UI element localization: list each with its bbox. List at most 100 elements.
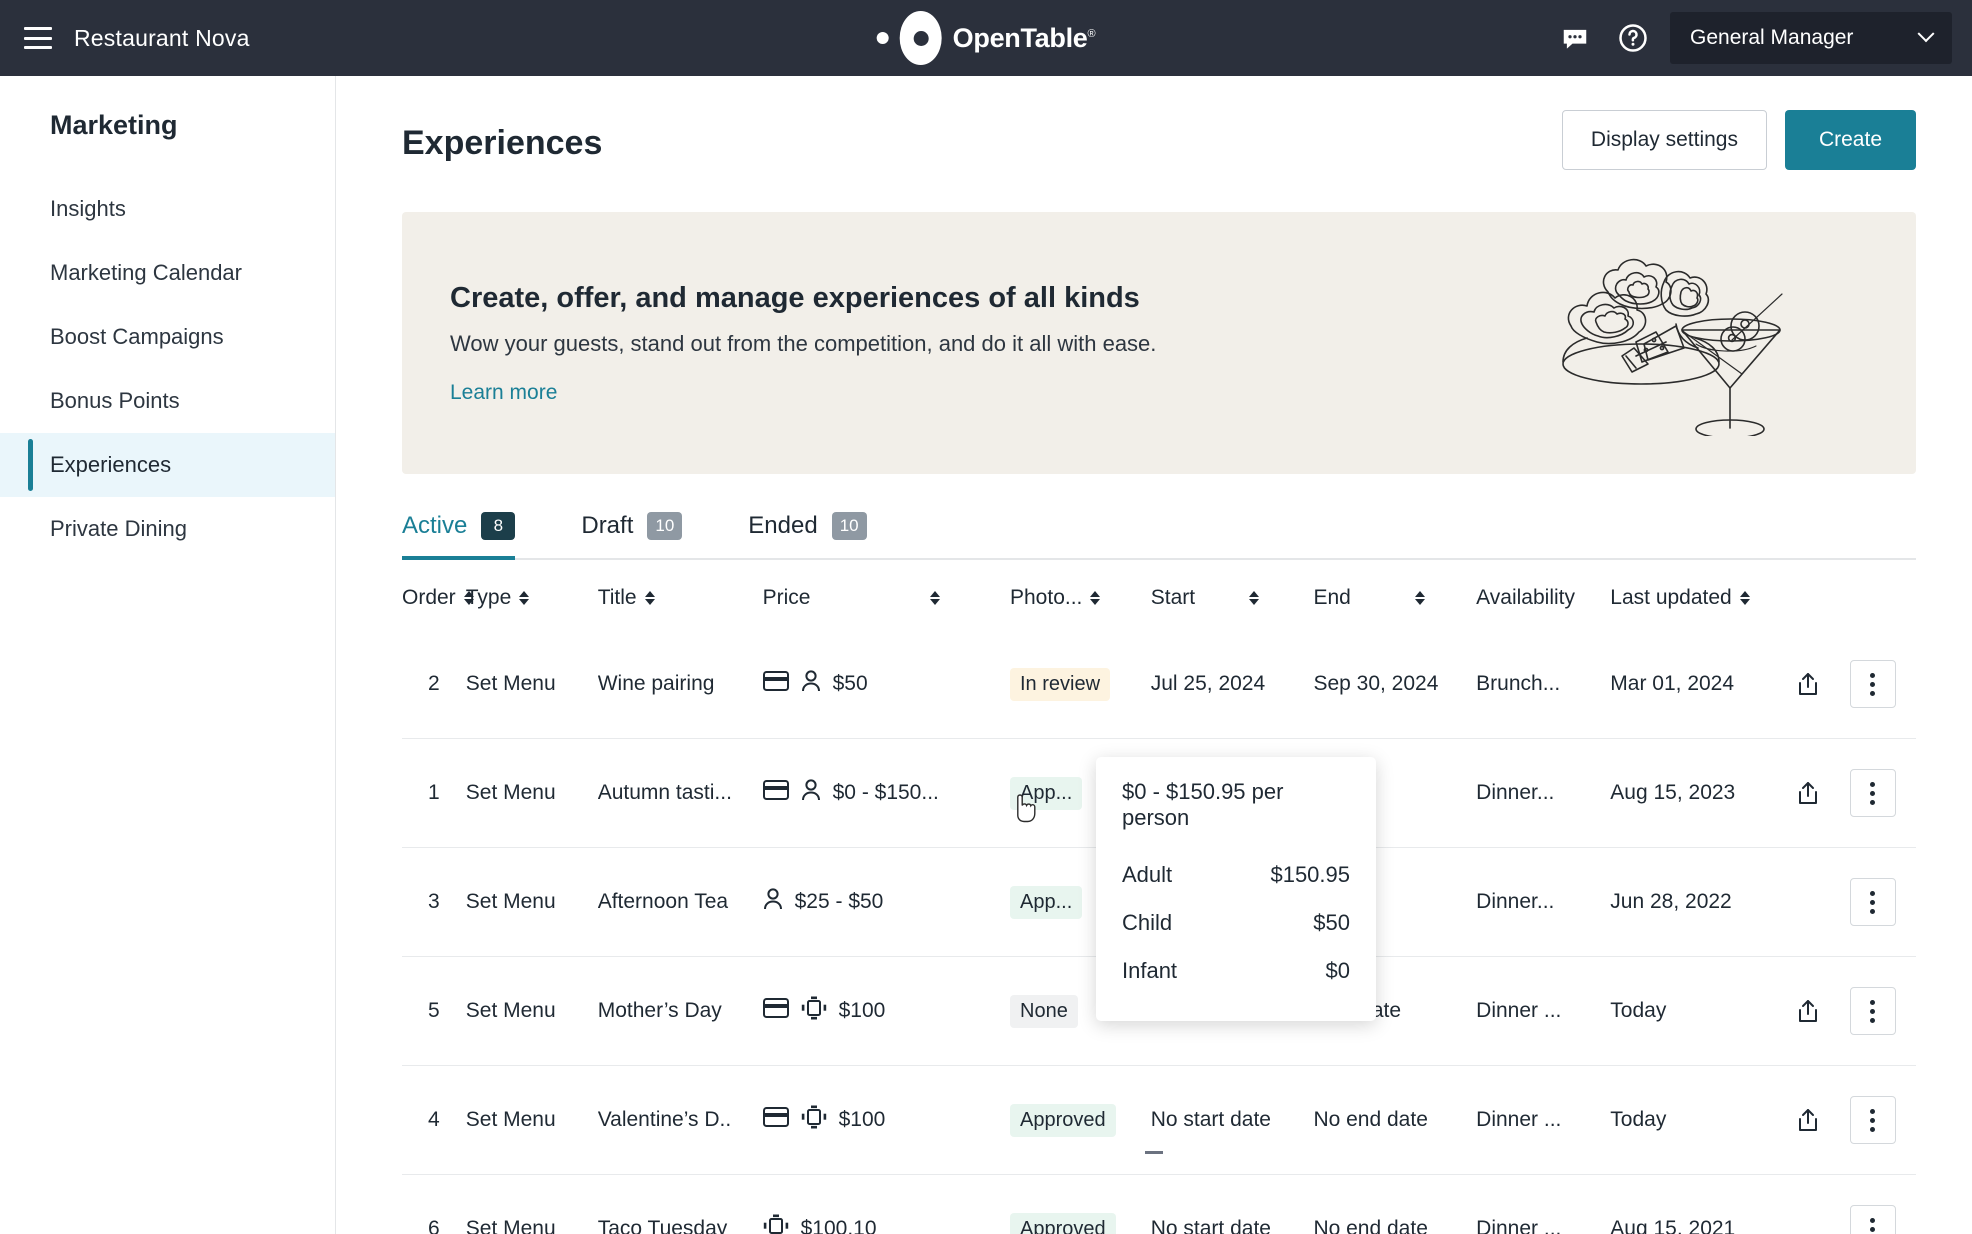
cell-share bbox=[1786, 847, 1850, 957]
credit-card-icon bbox=[762, 780, 789, 806]
opentable-logo: OpenTable® bbox=[876, 11, 1096, 65]
table-row[interactable]: 6 Set Menu Taco Tuesday $100.10 Approved… bbox=[402, 1174, 1916, 1234]
sidebar-item-boost-campaigns[interactable]: Boost Campaigns bbox=[0, 305, 335, 369]
kebab-menu-icon[interactable] bbox=[1849, 987, 1896, 1035]
tab-ended[interactable]: Ended 10 bbox=[748, 512, 867, 558]
kebab-menu-icon[interactable] bbox=[1849, 1205, 1896, 1234]
sort-icon bbox=[644, 591, 655, 605]
create-button[interactable]: Create bbox=[1784, 110, 1916, 170]
share-upload-icon[interactable] bbox=[1786, 989, 1830, 1033]
column-header-start[interactable]: Start bbox=[1151, 560, 1314, 630]
page-title: Experiences bbox=[402, 124, 603, 162]
table-row[interactable]: 4 Set Menu Valentine’s D.. $100 Approved… bbox=[402, 1065, 1916, 1175]
person-icon bbox=[763, 888, 783, 916]
column-header-actions bbox=[1850, 560, 1916, 630]
sidebar-title: Marketing bbox=[50, 110, 178, 140]
status-badge: Approved bbox=[1010, 1103, 1116, 1137]
sidebar-item-experiences[interactable]: Experiences bbox=[0, 433, 335, 497]
column-header-end[interactable]: End bbox=[1313, 560, 1476, 630]
price-value: $100 bbox=[838, 999, 886, 1022]
kebab-menu-icon[interactable] bbox=[1849, 769, 1896, 817]
column-header-order[interactable]: Order bbox=[402, 560, 474, 630]
cell-price: $25 - $50 bbox=[762, 847, 1010, 957]
popover-row-label: Infant bbox=[1122, 958, 1178, 983]
cell-share bbox=[1786, 738, 1850, 848]
sidebar: Marketing Insights Marketing Calendar Bo… bbox=[0, 76, 336, 1234]
column-header-availability[interactable]: Availability bbox=[1476, 560, 1610, 630]
column-header-title[interactable]: Title bbox=[598, 560, 763, 630]
column-header-last-updated[interactable]: Last updated bbox=[1610, 560, 1786, 630]
kebab-menu-icon[interactable] bbox=[1849, 660, 1896, 708]
sidebar-item-marketing-calendar[interactable]: Marketing Calendar bbox=[0, 241, 335, 305]
promo-banner-heading: Create, offer, and manage experiences of… bbox=[450, 281, 1140, 314]
credit-card-icon bbox=[762, 998, 789, 1024]
credit-card-icon bbox=[762, 671, 789, 697]
tab-count-badge: 8 bbox=[481, 512, 516, 540]
page-header: Experiences Display settings Create bbox=[402, 110, 1916, 170]
tab-count-badge: 10 bbox=[831, 512, 867, 540]
cell-share bbox=[1786, 1174, 1850, 1234]
popover-row-value: $0 bbox=[1325, 958, 1350, 983]
table-row[interactable]: 2 Set Menu Wine pairing $50 In review Ju… bbox=[402, 630, 1916, 739]
chat-icon[interactable] bbox=[1554, 17, 1596, 59]
cell-photo-status: In review bbox=[1010, 630, 1151, 739]
cell-actions bbox=[1849, 847, 1916, 957]
column-header-photo[interactable]: Photo... bbox=[1010, 560, 1151, 630]
role-selector-label: General Manager bbox=[1690, 26, 1854, 49]
cell-price[interactable]: $0 - $150... bbox=[762, 738, 1010, 848]
sidebar-item-insights[interactable]: Insights bbox=[0, 177, 335, 241]
loading-dash-indicator bbox=[1145, 1151, 1163, 1154]
credit-card-icon bbox=[762, 1107, 789, 1133]
cell-order: 6 bbox=[402, 1174, 466, 1234]
cell-last-updated: Today bbox=[1610, 1065, 1787, 1175]
price-value: $50 bbox=[832, 672, 868, 695]
restaurant-name: Restaurant Nova bbox=[74, 24, 250, 51]
tab-draft[interactable]: Draft 10 bbox=[581, 512, 683, 558]
share-upload-icon[interactable] bbox=[1786, 1098, 1830, 1142]
cell-end: Sep 30, 2024 bbox=[1313, 672, 1439, 695]
cell-price: $50 bbox=[762, 630, 1010, 739]
tab-label: Active bbox=[402, 512, 468, 539]
sidebar-item-label: Experiences bbox=[50, 452, 172, 477]
tab-active[interactable]: Active 8 bbox=[402, 512, 516, 560]
opentable-logo-mark bbox=[899, 11, 942, 65]
table-header-row: Order Type Title Price Photo... Start En… bbox=[402, 560, 1916, 630]
sidebar-item-private-dining[interactable]: Private Dining bbox=[0, 497, 335, 561]
header-actions: Display settings Create bbox=[1561, 110, 1916, 170]
table-header: Order Type Title Price Photo... Start En… bbox=[402, 560, 1916, 630]
role-selector[interactable]: General Manager bbox=[1670, 12, 1952, 64]
hamburger-icon[interactable] bbox=[24, 27, 52, 49]
share-upload-icon[interactable] bbox=[1786, 771, 1830, 815]
price-value: $0 - $150... bbox=[832, 781, 939, 804]
cell-order: 1 bbox=[402, 738, 466, 848]
sidebar-item-label: Bonus Points bbox=[50, 388, 180, 413]
cell-last-updated: Aug 15, 2023 bbox=[1610, 738, 1787, 848]
cell-type: Set Menu bbox=[465, 847, 598, 957]
popover-row-label: Child bbox=[1122, 910, 1173, 935]
cell-title: Valentine’s D.. bbox=[597, 1065, 763, 1175]
cell-availability: Brunch... bbox=[1476, 672, 1561, 695]
cell-title: Wine pairing bbox=[597, 672, 715, 695]
table-seating-icon bbox=[763, 1214, 789, 1234]
help-circle-icon[interactable] bbox=[1612, 17, 1654, 59]
kebab-menu-icon[interactable] bbox=[1849, 1096, 1896, 1144]
learn-more-link[interactable]: Learn more bbox=[450, 381, 557, 405]
column-label: Photo... bbox=[1010, 586, 1083, 609]
display-settings-button[interactable]: Display settings bbox=[1561, 110, 1767, 170]
share-upload-icon[interactable] bbox=[1786, 662, 1830, 706]
sidebar-item-bonus-points[interactable]: Bonus Points bbox=[0, 369, 335, 433]
status-badge: Approved bbox=[1010, 1212, 1116, 1234]
cell-photo-status: Approved bbox=[1010, 1065, 1151, 1175]
cell-actions bbox=[1849, 738, 1916, 848]
popover-header: $0 - $150.95 per person bbox=[1122, 779, 1284, 830]
status-badge: App... bbox=[1010, 885, 1083, 919]
sort-icon bbox=[1090, 591, 1101, 605]
column-header-price[interactable]: Price bbox=[763, 560, 1010, 630]
cell-title: Afternoon Tea bbox=[597, 847, 763, 957]
kebab-menu-icon[interactable] bbox=[1849, 878, 1896, 926]
column-header-type[interactable]: Type bbox=[466, 560, 598, 630]
cell-order: 4 bbox=[402, 1065, 466, 1175]
popover-row: Adult $150.95 bbox=[1122, 851, 1350, 899]
cell-title: Taco Tuesday bbox=[597, 1174, 763, 1234]
cell-availability: Dinner ... bbox=[1476, 956, 1611, 1066]
